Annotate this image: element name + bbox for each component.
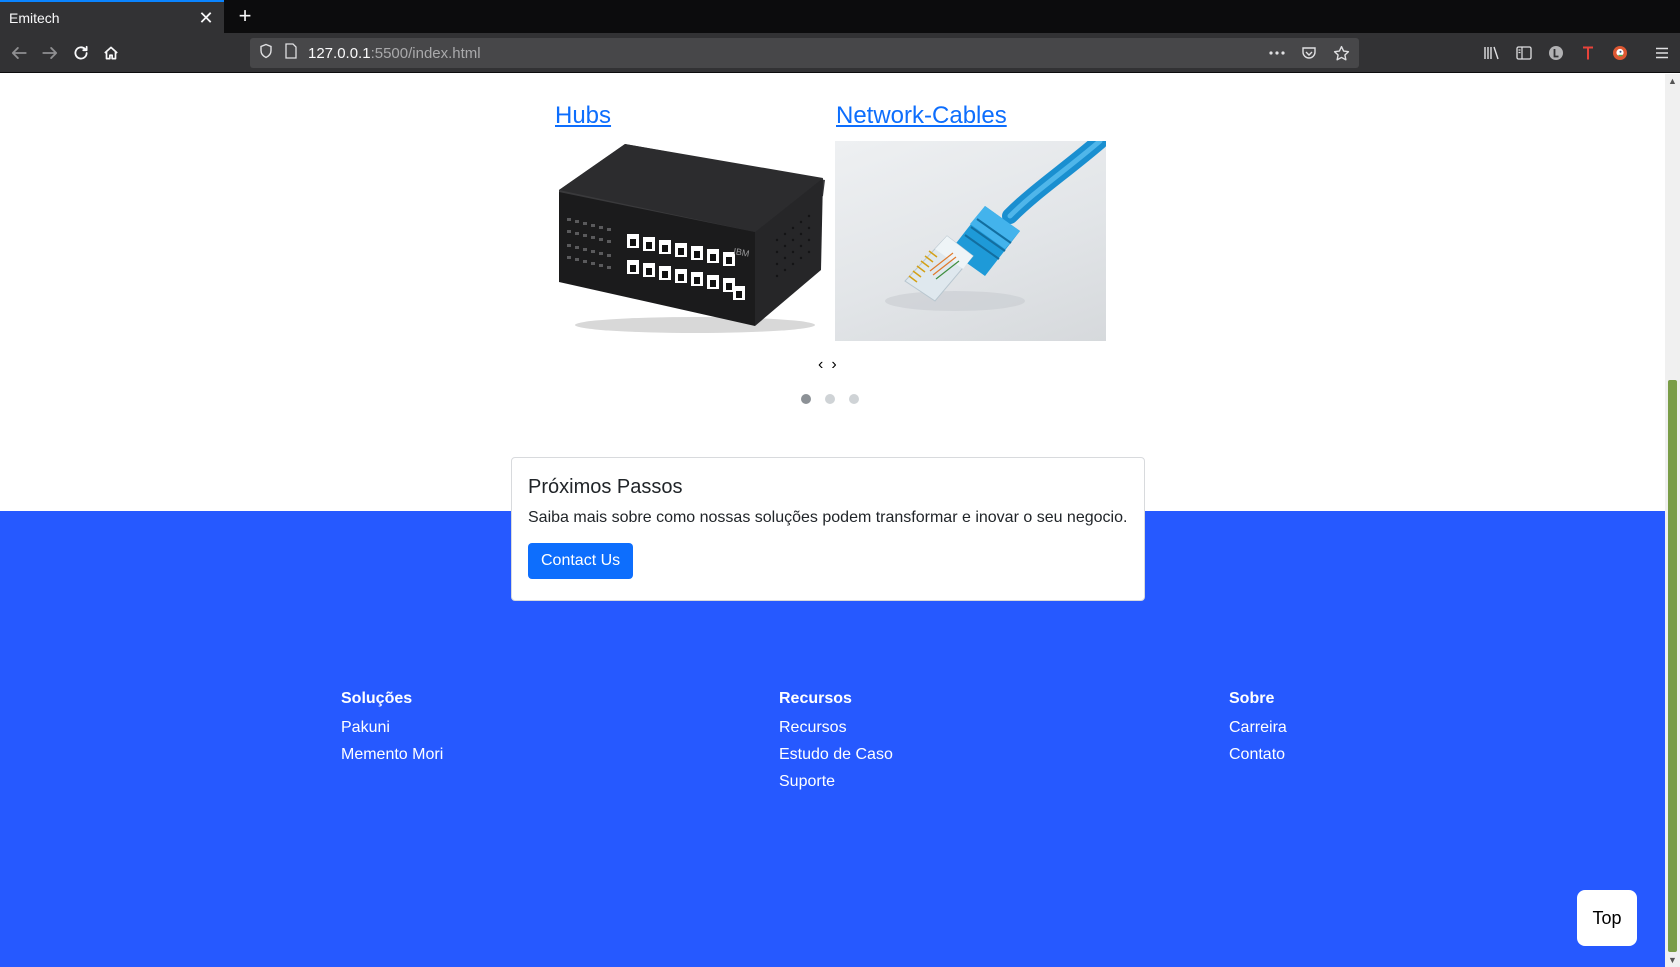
forward-button[interactable] — [35, 38, 65, 68]
navigation-toolbar: 127.0.0.1:5500/index.html — [0, 33, 1680, 73]
next-steps-card: Próximos Passos Saiba mais sobre como no… — [511, 457, 1145, 601]
pocket-icon[interactable] — [1299, 43, 1319, 63]
footer-heading: Soluções — [341, 690, 413, 707]
scroll-down-arrow-icon[interactable]: ▼ — [1665, 953, 1680, 967]
back-button[interactable] — [4, 38, 34, 68]
tab-bar: Emitech ✕ + — [0, 0, 1680, 33]
tracking-shield-icon[interactable] — [258, 43, 274, 64]
footer-link-suporte[interactable]: Suporte — [779, 772, 893, 791]
footer-heading: Recursos — [779, 690, 852, 707]
card-text: Saiba mais sobre como nossas soluções po… — [528, 509, 1128, 526]
page-actions-icon[interactable] — [1267, 43, 1287, 63]
page-viewport: Hubs Network-Cables IBM ‹› Próximos Pass… — [0, 74, 1665, 967]
footer-column-solucoes: Soluções Pakuni Memento Mori — [341, 690, 443, 772]
bookmark-star-icon[interactable] — [1331, 43, 1351, 63]
carousel-prev-button[interactable]: ‹ — [818, 356, 831, 373]
footer-heading: Sobre — [1229, 690, 1275, 707]
app-menu-icon[interactable] — [1652, 43, 1672, 63]
active-tab[interactable]: Emitech ✕ — [0, 0, 224, 33]
carousel-controls: ‹› — [818, 356, 845, 374]
carousel-next-button[interactable]: › — [831, 356, 844, 373]
reload-icon — [74, 45, 88, 60]
footer-link-memento-mori[interactable]: Memento Mori — [341, 745, 443, 764]
footer-link-estudo-de-caso[interactable]: Estudo de Caso — [779, 745, 893, 764]
footer-link-contato[interactable]: Contato — [1229, 745, 1287, 764]
footer-column-sobre: Sobre Carreira Contato — [1229, 690, 1287, 772]
carousel-title-network-cables[interactable]: Network-Cables — [836, 102, 1007, 130]
tab-close-icon[interactable]: ✕ — [198, 9, 214, 27]
ethernet-cable-image — [835, 141, 1106, 341]
extension-t-icon[interactable] — [1578, 43, 1598, 63]
card-title: Próximos Passos — [528, 476, 683, 498]
url-host: 127.0.0.1 — [308, 44, 371, 62]
duckduckgo-icon[interactable] — [1610, 43, 1630, 63]
library-icon[interactable] — [1482, 43, 1502, 63]
tab-title: Emitech — [9, 9, 60, 26]
carousel-indicator-3[interactable] — [849, 394, 859, 404]
page-scrollbar[interactable]: ▲ ▼ — [1665, 74, 1680, 967]
footer-link-recursos[interactable]: Recursos — [779, 718, 893, 737]
new-tab-button[interactable]: + — [232, 3, 258, 29]
carousel-indicator-1[interactable] — [801, 394, 811, 404]
contact-us-button[interactable]: Contact Us — [528, 543, 634, 579]
footer-link-carreira[interactable]: Carreira — [1229, 718, 1287, 737]
reload-button[interactable] — [66, 38, 96, 68]
scroll-up-arrow-icon[interactable]: ▲ — [1665, 74, 1680, 88]
carousel-indicators — [801, 394, 859, 404]
footer-link-pakuni[interactable]: Pakuni — [341, 718, 443, 737]
scrollbar-thumb[interactable] — [1668, 380, 1677, 952]
home-icon — [104, 46, 118, 60]
forward-arrow-icon — [42, 47, 58, 59]
network-switch-image: IBM — [555, 140, 825, 340]
home-button[interactable] — [96, 38, 126, 68]
url-bar[interactable]: 127.0.0.1:5500/index.html — [250, 38, 1359, 68]
sidebar-icon[interactable] — [1514, 43, 1534, 63]
back-arrow-icon — [11, 47, 27, 59]
carousel-indicator-2[interactable] — [825, 394, 835, 404]
extension-l-icon[interactable] — [1546, 43, 1566, 63]
page-info-icon[interactable] — [284, 42, 298, 64]
url-text[interactable]: 127.0.0.1:5500/index.html — [308, 45, 481, 62]
footer-column-recursos: Recursos Recursos Estudo de Caso Suporte — [779, 690, 893, 799]
url-path: :5500/index.html — [370, 44, 481, 62]
back-to-top-button[interactable]: Top — [1577, 890, 1637, 946]
carousel-title-hubs[interactable]: Hubs — [555, 102, 611, 130]
